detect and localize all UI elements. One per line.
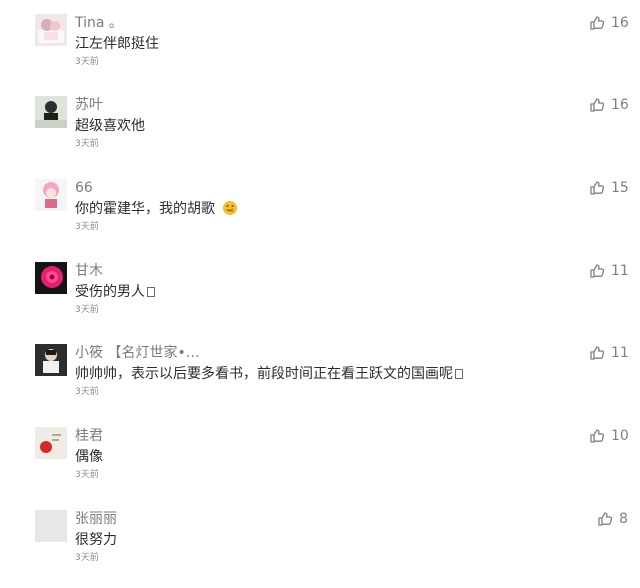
comment-text-value: 受伤的男人 bbox=[75, 284, 145, 300]
comment-time: 3天前 bbox=[75, 553, 99, 563]
comment-nickname[interactable]: 小筱 【名灯世家•… bbox=[75, 345, 200, 361]
comment-time: 3天前 bbox=[75, 57, 99, 67]
avatar-photo-icon bbox=[35, 427, 67, 459]
thumbs-up-icon bbox=[590, 264, 605, 278]
comment-nickname[interactable]: 甘木 bbox=[75, 263, 103, 279]
user-avatar[interactable] bbox=[35, 344, 67, 376]
comment-time: 3天前 bbox=[75, 387, 99, 397]
comment-nickname[interactable]: Tina 。 bbox=[75, 15, 123, 31]
thinking-face-icon bbox=[223, 201, 238, 215]
user-avatar[interactable] bbox=[35, 262, 67, 294]
thumbs-up-icon bbox=[590, 181, 605, 195]
thumbs-up-icon bbox=[590, 429, 605, 443]
like-count: 8 bbox=[619, 511, 628, 527]
comment-text: 你的霍建华，我的胡歌 bbox=[75, 200, 238, 219]
comment-text: 江左伴郎挺住 bbox=[75, 35, 159, 54]
comment-text: 偶像 bbox=[75, 448, 103, 467]
comment-nickname[interactable]: 66 bbox=[75, 180, 93, 196]
like-count: 11 bbox=[611, 263, 629, 279]
comment-text: 超级喜欢他 bbox=[75, 117, 145, 136]
missing-glyph-icon bbox=[455, 369, 463, 379]
thumbs-up-icon bbox=[598, 512, 613, 526]
user-avatar[interactable] bbox=[35, 14, 67, 46]
avatar-photo-icon bbox=[35, 179, 67, 211]
like-count: 11 bbox=[611, 345, 629, 361]
comment-text-value: 江左伴郎挺住 bbox=[75, 36, 159, 52]
thumbs-up-icon bbox=[590, 16, 605, 30]
like-count: 15 bbox=[611, 180, 629, 196]
like-button[interactable]: 11 bbox=[589, 262, 629, 280]
like-button[interactable]: 11 bbox=[589, 344, 629, 362]
like-button[interactable]: 16 bbox=[589, 96, 629, 114]
comment-time: 3天前 bbox=[75, 470, 99, 480]
like-count: 16 bbox=[611, 97, 629, 113]
like-button[interactable]: 15 bbox=[589, 179, 629, 197]
like-button[interactable]: 8 bbox=[597, 510, 628, 528]
comment-text: 帅帅帅，表示以后要多看书，前段时间正在看王跃文的国画呢 bbox=[75, 365, 463, 384]
comment-time: 3天前 bbox=[75, 139, 99, 149]
comment-item: 甘木 受伤的男人 3天前 11 bbox=[0, 262, 640, 340]
like-button[interactable]: 10 bbox=[589, 427, 629, 445]
comment-nickname[interactable]: 桂君 bbox=[75, 428, 103, 444]
comment-text: 受伤的男人 bbox=[75, 283, 155, 302]
comment-list: Tina 。 江左伴郎挺住 3天前 16 苏叶 超级喜欢他 3天前 16 66 … bbox=[0, 0, 640, 573]
comment-item: 小筱 【名灯世家•… 帅帅帅，表示以后要多看书，前段时间正在看王跃文的国画呢 3… bbox=[0, 344, 640, 422]
avatar-photo-icon bbox=[35, 344, 67, 376]
user-avatar[interactable] bbox=[35, 427, 67, 459]
comment-text-value: 帅帅帅，表示以后要多看书，前段时间正在看王跃文的国画呢 bbox=[75, 366, 453, 382]
comment-item: Tina 。 江左伴郎挺住 3天前 16 bbox=[0, 14, 640, 92]
comment-time: 3天前 bbox=[75, 222, 99, 232]
thumbs-up-icon bbox=[590, 346, 605, 360]
user-avatar[interactable] bbox=[35, 510, 67, 542]
comment-nickname[interactable]: 苏叶 bbox=[75, 97, 103, 113]
comment-text-value: 你的霍建华，我的胡歌 bbox=[75, 201, 215, 217]
comment-text-value: 偶像 bbox=[75, 449, 103, 465]
comment-text-value: 很努力 bbox=[75, 532, 117, 548]
user-avatar[interactable] bbox=[35, 96, 67, 128]
avatar-photo-icon bbox=[35, 262, 67, 294]
like-count: 10 bbox=[611, 428, 629, 444]
comment-item: 66 你的霍建华，我的胡歌 3天前 15 bbox=[0, 179, 640, 257]
missing-glyph-icon bbox=[147, 287, 155, 297]
user-avatar[interactable] bbox=[35, 179, 67, 211]
comment-item: 桂君 偶像 3天前 10 bbox=[0, 427, 640, 505]
thumbs-up-icon bbox=[590, 98, 605, 112]
comment-nickname[interactable]: 张丽丽 bbox=[75, 511, 117, 527]
comment-item: 苏叶 超级喜欢他 3天前 16 bbox=[0, 96, 640, 174]
comment-text: 很努力 bbox=[75, 531, 117, 550]
comment-text-value: 超级喜欢他 bbox=[75, 118, 145, 134]
like-button[interactable]: 16 bbox=[589, 14, 629, 32]
avatar-photo-icon bbox=[35, 96, 67, 128]
like-count: 16 bbox=[611, 15, 629, 31]
comment-time: 3天前 bbox=[75, 305, 99, 315]
comment-item: 张丽丽 很努力 3天前 8 bbox=[0, 510, 640, 588]
avatar-placeholder-icon bbox=[35, 510, 67, 542]
avatar-photo-icon bbox=[35, 14, 67, 46]
